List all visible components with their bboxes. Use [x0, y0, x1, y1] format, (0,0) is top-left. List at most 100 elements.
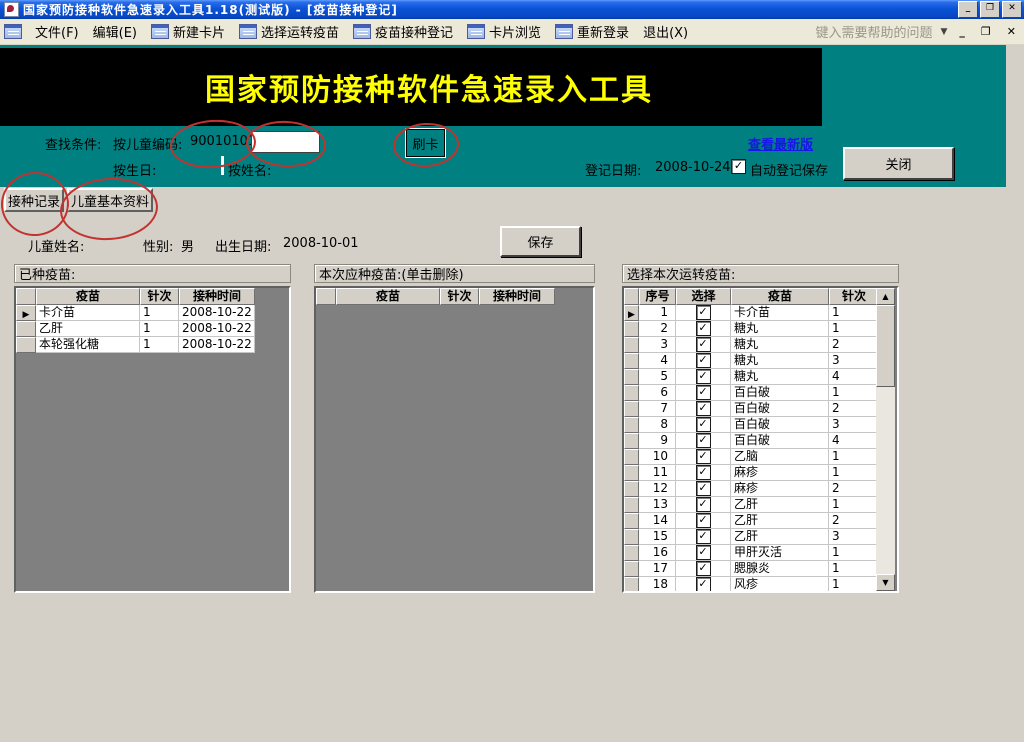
row-selector[interactable]	[624, 545, 639, 561]
latest-version-link[interactable]: 查看最新版	[748, 134, 813, 153]
mdi-minimize-button[interactable]: _	[955, 25, 969, 38]
table-row[interactable]: 10✓乙脑1	[624, 449, 897, 465]
table-row[interactable]: 7✓百白破2	[624, 401, 897, 417]
row-selector[interactable]	[624, 481, 639, 497]
row-selector[interactable]	[624, 417, 639, 433]
row-checkbox[interactable]: ✓	[696, 561, 711, 576]
menu-item-3[interactable]: 新建卡片	[144, 20, 232, 43]
scrollbar-track[interactable]	[876, 305, 895, 574]
table-row[interactable]: ▶卡介苗12008-10-22	[16, 305, 289, 321]
table-row[interactable]: 18✓风疹1	[624, 577, 897, 593]
chevron-down-icon[interactable]: ▼	[940, 27, 947, 37]
row-checkbox[interactable]: ✓	[696, 481, 711, 496]
row-selector[interactable]	[624, 449, 639, 465]
scroll-down-icon[interactable]: ▼	[876, 574, 895, 591]
help-search-input[interactable]: 键入需要帮助的问题	[815, 22, 932, 41]
given-panel-title: 已种疫苗:	[14, 264, 291, 283]
row-selector[interactable]	[624, 497, 639, 513]
row-checkbox[interactable]: ✓	[696, 305, 711, 320]
tab-vaccination-record[interactable]: 接种记录	[4, 188, 64, 212]
restore-button[interactable]: ❐	[980, 1, 1000, 18]
table-row[interactable]: 乙肝12008-10-22	[16, 321, 289, 337]
table-row[interactable]: 5✓糖丸4	[624, 369, 897, 385]
row-checkbox[interactable]: ✓	[696, 497, 711, 512]
row-selector[interactable]	[624, 513, 639, 529]
check-cell: ✓	[676, 385, 731, 401]
transfer-table-scrollbar[interactable]: ▲ ▼	[876, 288, 895, 591]
menu-item-2[interactable]: 编辑(E)	[86, 20, 144, 43]
row-checkbox[interactable]: ✓	[696, 385, 711, 400]
row-selector[interactable]	[624, 529, 639, 545]
mdi-close-button[interactable]: ✕	[1003, 25, 1020, 38]
row-selector[interactable]	[624, 433, 639, 449]
vaccine-cell: 乙脑	[731, 449, 829, 465]
row-selector[interactable]	[624, 561, 639, 577]
table-row[interactable]: 9✓百白破4	[624, 433, 897, 449]
dose-cell: 1	[140, 305, 179, 321]
table-row[interactable]: ▶1✓卡介苗1	[624, 305, 897, 321]
tab-child-info[interactable]: 儿童基本资料	[67, 188, 153, 212]
table-row[interactable]: 本轮强化糖12008-10-22	[16, 337, 289, 353]
mdi-restore-button[interactable]: ❐	[977, 25, 995, 38]
row-selector[interactable]: ▶	[624, 305, 639, 321]
table-row[interactable]: 3✓糖丸2	[624, 337, 897, 353]
check-cell: ✓	[676, 369, 731, 385]
row-selector[interactable]: ▶	[16, 305, 36, 321]
menu-item-7[interactable]: 重新登录	[548, 20, 636, 43]
mdi-child-icon[interactable]	[4, 24, 22, 39]
menu-item-8[interactable]: 退出(X)	[636, 20, 695, 43]
vaccine-cell: 乙肝	[731, 513, 829, 529]
menu-item-6[interactable]: 卡片浏览	[460, 20, 548, 43]
table-row[interactable]: 15✓乙肝3	[624, 529, 897, 545]
save-button[interactable]: 保存	[500, 226, 581, 257]
minimize-button[interactable]: _	[958, 1, 978, 18]
row-checkbox[interactable]: ✓	[696, 401, 711, 416]
row-selector[interactable]	[624, 369, 639, 385]
close-button[interactable]: ✕	[1002, 1, 1022, 18]
swipe-card-button[interactable]: 刷卡	[406, 129, 445, 157]
table-row[interactable]: 11✓麻疹1	[624, 465, 897, 481]
auto-save-checkbox[interactable]: ✓	[731, 159, 746, 174]
row-checkbox[interactable]: ✓	[696, 577, 711, 592]
row-checkbox[interactable]: ✓	[696, 353, 711, 368]
row-checkbox[interactable]: ✓	[696, 337, 711, 352]
row-selector[interactable]	[624, 337, 639, 353]
close-form-button[interactable]: 关闭	[843, 147, 954, 180]
menu-item-4[interactable]: 选择运转疫苗	[232, 20, 346, 43]
row-selector[interactable]	[624, 321, 639, 337]
menu-item-1[interactable]: 文件(F)	[28, 20, 86, 43]
table-row[interactable]: 6✓百白破1	[624, 385, 897, 401]
menu-item-5[interactable]: 疫苗接种登记	[346, 20, 460, 43]
row-selector[interactable]	[16, 337, 36, 353]
row-selector[interactable]	[624, 385, 639, 401]
row-selector[interactable]	[624, 577, 639, 593]
row-checkbox[interactable]: ✓	[696, 321, 711, 336]
row-checkbox[interactable]: ✓	[696, 417, 711, 432]
dose-cell: 1	[829, 449, 879, 465]
table-row[interactable]: 8✓百白破3	[624, 417, 897, 433]
row-selector[interactable]	[16, 321, 36, 337]
table-row[interactable]: 14✓乙肝2	[624, 513, 897, 529]
scrollbar-thumb[interactable]	[876, 305, 895, 387]
row-checkbox[interactable]: ✓	[696, 433, 711, 448]
table-row[interactable]: 17✓腮腺炎1	[624, 561, 897, 577]
column-header: 接种时间	[179, 288, 255, 305]
row-checkbox[interactable]: ✓	[696, 545, 711, 560]
table-row[interactable]: 16✓甲肝灭活1	[624, 545, 897, 561]
row-selector[interactable]	[624, 401, 639, 417]
table-row[interactable]: 12✓麻疹2	[624, 481, 897, 497]
row-selector[interactable]	[624, 353, 639, 369]
row-selector[interactable]	[624, 465, 639, 481]
row-checkbox[interactable]: ✓	[696, 449, 711, 464]
scroll-up-icon[interactable]: ▲	[876, 288, 895, 305]
row-checkbox[interactable]: ✓	[696, 529, 711, 544]
row-checkbox[interactable]: ✓	[696, 369, 711, 384]
row-checkbox[interactable]: ✓	[696, 465, 711, 480]
table-row[interactable]: 2✓糖丸1	[624, 321, 897, 337]
vaccine-cell: 乙肝	[731, 529, 829, 545]
row-checkbox[interactable]: ✓	[696, 513, 711, 528]
code-input[interactable]	[251, 131, 320, 153]
check-cell: ✓	[676, 353, 731, 369]
table-row[interactable]: 4✓糖丸3	[624, 353, 897, 369]
table-row[interactable]: 13✓乙肝1	[624, 497, 897, 513]
